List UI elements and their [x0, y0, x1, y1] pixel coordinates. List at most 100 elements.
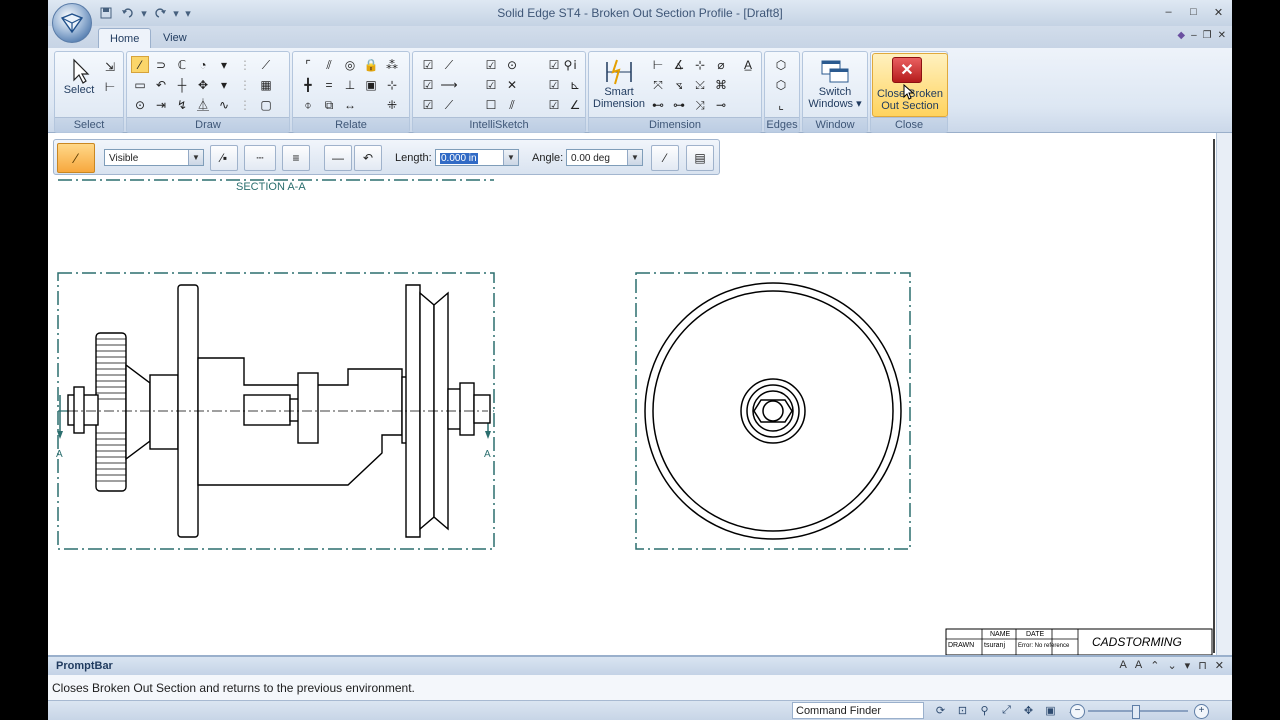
distance-between-icon[interactable]: ⊢ [649, 56, 667, 73]
maximize-button[interactable]: □ [1181, 4, 1206, 20]
drawing-sheet[interactable]: SECTION A-A A A NAME DATE DRAWN tsuranj … [48, 133, 1216, 656]
line-options-button[interactable]: ⁄ [57, 143, 95, 173]
select-tools-icon[interactable]: ⇲ [101, 58, 119, 75]
maintain-relationships-icon[interactable]: ⊹ [383, 76, 401, 93]
pin-icon[interactable]: ▾ [1185, 659, 1191, 672]
connect-icon[interactable]: ⌜ [299, 56, 317, 73]
side-view[interactable] [635, 272, 911, 550]
relationship-assistant-icon[interactable]: ⁜ [383, 96, 401, 113]
select-filter-icon[interactable]: ⊢ [101, 78, 119, 95]
application-button[interactable] [52, 3, 92, 43]
horizontal-vertical-icon[interactable]: ╋ [299, 76, 317, 93]
symmetric-icon[interactable]: ⧉ [320, 96, 338, 113]
angle-between-icon[interactable]: ∡ [670, 56, 688, 73]
hide-edges-icon[interactable]: ⬡ [772, 76, 790, 93]
rigid-set-icon[interactable]: ▣ [362, 76, 380, 93]
line-color-button[interactable]: ⁄▪ [210, 145, 238, 171]
more-draw-icon[interactable]: ▾ [215, 76, 233, 93]
relationship-handles-icon[interactable]: ⁂ [383, 56, 401, 73]
offset-icon[interactable]: ⟋ [257, 56, 275, 73]
chamfer-icon[interactable]: ▾ [215, 56, 233, 73]
command-finder-input[interactable]: Command Finder [792, 702, 924, 719]
smart-dimension-button[interactable]: Smart Dimension [591, 58, 647, 110]
arc-mode-button[interactable]: ↶ [354, 145, 382, 171]
arc-by-center-icon[interactable]: ↶ [152, 76, 170, 93]
coincident-dimension-icon[interactable]: ⤨ [691, 96, 709, 113]
annotation-icon[interactable]: A̲ [739, 56, 757, 73]
checkbox-endpoint-icon[interactable]: ☑ [419, 56, 437, 73]
mirror-dimension-icon[interactable]: ⊸ [712, 96, 730, 113]
line-type-button[interactable]: ┄ [244, 145, 276, 171]
tangent-arc-icon[interactable]: ℂ [173, 56, 191, 73]
hatch-icon[interactable]: ▢ [257, 96, 275, 113]
length-input[interactable]: 0.000 in ▼ [435, 149, 519, 166]
curve-icon[interactable]: ∿ [215, 96, 233, 113]
zoom-area-icon[interactable]: ⊡ [954, 703, 971, 718]
help-icon[interactable]: ◆ [1177, 30, 1185, 41]
checkbox-midpoint-icon[interactable]: ☑ [419, 76, 437, 93]
minimize-button[interactable]: – [1156, 4, 1181, 20]
concentric-icon[interactable]: ◎ [341, 56, 359, 73]
equal-icon[interactable]: = [320, 76, 338, 93]
circle-icon[interactable]: ⊙ [131, 96, 149, 113]
zoom-in-button[interactable]: + [1194, 704, 1209, 719]
line-style-select[interactable]: Visible ▼ [104, 149, 204, 166]
checkbox-perpendicular-icon[interactable]: ☑ [545, 76, 563, 93]
show-edges-icon[interactable]: ⬡ [772, 56, 790, 73]
symmetric-diameter-icon[interactable]: ⌀ [712, 56, 730, 73]
rectangle-icon[interactable]: ▭ [131, 76, 149, 93]
dimension-axis-icon[interactable]: ⤧ [649, 76, 667, 93]
checkbox-center-icon[interactable]: ☑ [482, 56, 500, 73]
coordinate-dimension-icon[interactable]: ⊹ [691, 56, 709, 73]
extend-icon[interactable]: ⇥ [152, 96, 170, 113]
mirror-icon[interactable]: ⏅ [194, 96, 212, 113]
collapse-down-icon[interactable]: ⌄ [1167, 659, 1176, 672]
parallel-icon[interactable]: ⫽ [320, 56, 338, 73]
angle-input[interactable]: 0.00 deg ▼ [566, 149, 643, 166]
dock-icon[interactable]: ⊓ [1198, 659, 1207, 672]
tangent-icon[interactable]: ⌽ [299, 96, 317, 113]
zoom-slider[interactable] [1088, 705, 1188, 719]
font-increase-icon[interactable]: A [1120, 659, 1127, 672]
line-mode-button[interactable]: — [324, 145, 352, 171]
switch-windows-button[interactable]: Switch Windows ▾ [807, 58, 863, 110]
tab-view[interactable]: View [152, 28, 198, 48]
close-window-button[interactable]: ✕ [1206, 4, 1231, 20]
arc-icon[interactable]: ⊃ [152, 56, 170, 73]
fillet-icon[interactable]: ◔ [194, 56, 212, 73]
grid-options-button[interactable]: ▤ [686, 145, 714, 171]
zoom-icon[interactable]: ⚲ [976, 703, 993, 718]
fill-icon[interactable]: ▦ [257, 76, 275, 93]
close-broken-out-section-button[interactable]: ✕ Close Broken Out Section [872, 53, 948, 117]
checkbox-silhouette-icon[interactable]: ☐ [482, 96, 500, 113]
pan-icon[interactable]: ✥ [1020, 703, 1037, 718]
lock-icon[interactable]: 🔒 [362, 56, 380, 73]
intellisketch-options-icon[interactable]: ⚲ [559, 56, 577, 73]
split-icon[interactable]: ↯ [173, 96, 191, 113]
perpendicular-icon[interactable]: ⊥ [341, 76, 359, 93]
doc-close-button[interactable]: ✕ [1218, 30, 1226, 41]
collapse-up-icon[interactable]: ⌃ [1150, 659, 1159, 672]
dimension-style-icon[interactable]: ⌘ [712, 76, 730, 93]
checkbox-tangent-icon[interactable]: ☑ [419, 96, 437, 113]
section-view[interactable]: A A [56, 272, 495, 550]
line-icon[interactable]: ⁄ [131, 56, 149, 73]
checkbox-intersection-icon[interactable]: ☑ [482, 76, 500, 93]
zoom-slider-thumb[interactable] [1132, 705, 1140, 719]
copy-attributes-icon[interactable]: ⊶ [670, 96, 688, 113]
tab-home[interactable]: Home [98, 28, 152, 49]
font-decrease-icon[interactable]: A [1135, 659, 1142, 672]
projection-line-button[interactable]: ⁄ [651, 145, 679, 171]
close-prompt-icon[interactable]: ✕ [1215, 659, 1224, 672]
doc-restore-button[interactable]: ❐ [1203, 30, 1212, 41]
vertical-scrollbar[interactable] [1216, 133, 1232, 655]
doc-minimize-button[interactable]: – [1191, 30, 1197, 41]
collinear-icon[interactable]: ↔ [341, 96, 359, 113]
chamfer-dimension-icon[interactable]: ⤩ [691, 76, 709, 93]
refresh-icon[interactable]: ⟳ [932, 703, 949, 718]
sheet-view-icon[interactable]: ▣ [1042, 703, 1059, 718]
fit-icon[interactable]: ⤢ [998, 703, 1015, 718]
move-icon[interactable]: ✥ [194, 76, 212, 93]
angular-coordinate-icon[interactable]: ⦪ [670, 76, 688, 93]
line-width-button[interactable]: ≡ [282, 145, 310, 171]
